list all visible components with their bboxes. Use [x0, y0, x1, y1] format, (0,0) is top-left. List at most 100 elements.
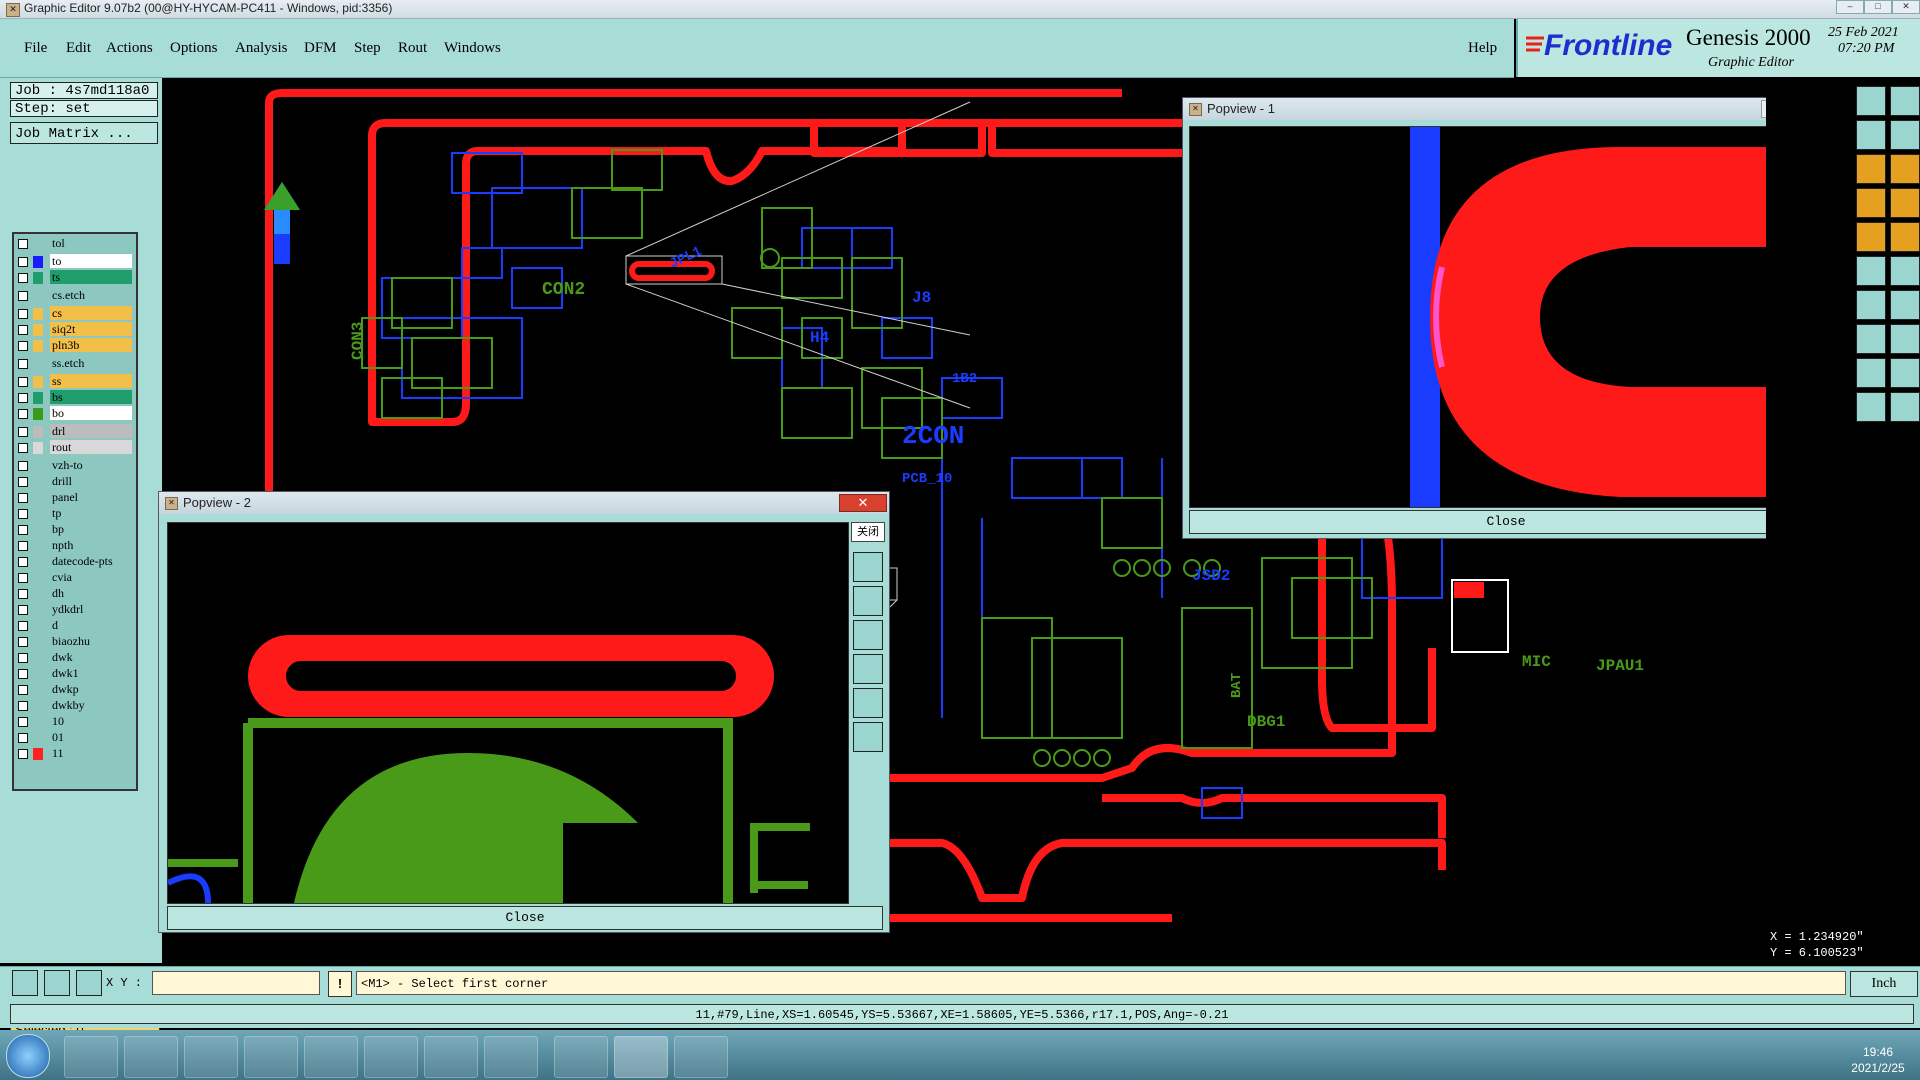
layer-checkbox[interactable]: [18, 701, 28, 711]
layer-row[interactable]: to: [14, 254, 134, 269]
layer-row[interactable]: rout: [14, 440, 134, 455]
layer-row[interactable]: ss.etch: [14, 356, 134, 371]
layer-row[interactable]: 11: [14, 746, 134, 761]
popview-2-close-button[interactable]: Close: [167, 906, 883, 930]
menu-actions[interactable]: Actions: [106, 40, 153, 57]
layer-checkbox[interactable]: [18, 557, 28, 567]
line-icon[interactable]: [1890, 256, 1920, 286]
popview-zoom-out-icon[interactable]: [853, 722, 883, 752]
fit-icon[interactable]: [1856, 154, 1886, 184]
layer-checkbox[interactable]: [18, 653, 28, 663]
job-matrix-button[interactable]: Job Matrix ...: [10, 122, 158, 144]
layer-checkbox[interactable]: [18, 257, 28, 267]
taskbar-app-p-icon[interactable]: [304, 1036, 358, 1078]
layer-row[interactable]: siq2t: [14, 322, 134, 337]
layer-checkbox[interactable]: [18, 589, 28, 599]
layer-checkbox[interactable]: [18, 717, 28, 727]
layer-row[interactable]: drill: [14, 474, 134, 489]
layer-checkbox[interactable]: [18, 325, 28, 335]
layer-checkbox[interactable]: [18, 239, 28, 249]
popview-pan-up-icon[interactable]: [853, 552, 883, 582]
zoom-home-icon[interactable]: [1856, 86, 1886, 116]
cross-icon[interactable]: [1890, 324, 1920, 354]
layer-row[interactable]: ss: [14, 374, 134, 389]
layer-row[interactable]: tol: [14, 236, 134, 251]
panel-icon[interactable]: [1890, 120, 1920, 150]
popview-2-canvas[interactable]: [166, 522, 849, 904]
house-icon[interactable]: [1856, 120, 1886, 150]
exclamation-icon[interactable]: !: [328, 971, 352, 997]
layer-row[interactable]: d: [14, 618, 134, 633]
taskbar-app-excel-icon[interactable]: [484, 1036, 538, 1078]
menu-step[interactable]: Step: [354, 40, 381, 57]
layers-icon[interactable]: [1890, 188, 1920, 218]
layer-checkbox[interactable]: [18, 409, 28, 419]
zoom-1-2-icon[interactable]: [1890, 154, 1920, 184]
popview-pan-down-icon[interactable]: [853, 586, 883, 616]
layer-checkbox[interactable]: [18, 541, 28, 551]
layer-checkbox[interactable]: [18, 749, 28, 759]
layer-checkbox[interactable]: [18, 291, 28, 301]
layer-checkbox[interactable]: [18, 637, 28, 647]
menu-edit[interactable]: Edit: [66, 40, 91, 57]
layer-row[interactable]: drl: [14, 424, 134, 439]
dot-icon[interactable]: [1856, 256, 1886, 286]
layer-checkbox[interactable]: [18, 443, 28, 453]
layer-row[interactable]: dh: [14, 586, 134, 601]
layer-row[interactable]: datecode-pts: [14, 554, 134, 569]
font-icon[interactable]: [1856, 324, 1886, 354]
layer-row[interactable]: biaozhu: [14, 634, 134, 649]
close-window-button[interactable]: ✕: [1892, 0, 1920, 14]
popview-1-canvas[interactable]: [1189, 126, 1787, 508]
triangle-icon[interactable]: [1890, 358, 1920, 388]
layer-row[interactable]: ydkdrl: [14, 602, 134, 617]
taskbar-app-shell-icon[interactable]: [64, 1036, 118, 1078]
layer-row[interactable]: dwk1: [14, 666, 134, 681]
layer-row[interactable]: cvia: [14, 570, 134, 585]
drag-icon[interactable]: [1890, 392, 1920, 422]
taskbar-app-save-icon[interactable]: [244, 1036, 298, 1078]
ruler-icon[interactable]: [1890, 222, 1920, 252]
layer-checkbox[interactable]: [18, 733, 28, 743]
menu-dfm[interactable]: DFM: [304, 40, 337, 57]
taskbar-app-word-icon[interactable]: [424, 1036, 478, 1078]
start-button-icon[interactable]: [6, 1034, 50, 1078]
layers-alt-icon[interactable]: [1856, 222, 1886, 252]
layer-row[interactable]: cs.etch: [14, 288, 134, 303]
layer-row[interactable]: dwk: [14, 650, 134, 665]
layer-row[interactable]: 10: [14, 714, 134, 729]
popview-pan-right-icon[interactable]: [853, 654, 883, 684]
layer-checkbox[interactable]: [18, 377, 28, 387]
popview-fit-icon[interactable]: [853, 688, 883, 718]
taskbar-app-viewer-icon[interactable]: [674, 1036, 728, 1078]
menu-analysis[interactable]: Analysis: [235, 40, 288, 57]
taskbar-app-g-icon[interactable]: [364, 1036, 418, 1078]
layer-row[interactable]: bo: [14, 406, 134, 421]
layer-checkbox[interactable]: [18, 573, 28, 583]
layer-checkbox[interactable]: [18, 493, 28, 503]
layer-checkbox[interactable]: [18, 477, 28, 487]
taskbar-clock[interactable]: 19:46 2021/2/25: [1840, 1044, 1916, 1076]
layer-checkbox[interactable]: [18, 605, 28, 615]
arc-icon[interactable]: [1890, 290, 1920, 320]
layer-row[interactable]: bp: [14, 522, 134, 537]
layer-checkbox[interactable]: [18, 273, 28, 283]
popview-pan-left-icon[interactable]: [853, 620, 883, 650]
layer-checkbox[interactable]: [18, 309, 28, 319]
layer-checkbox[interactable]: [18, 509, 28, 519]
layer-row[interactable]: 01: [14, 730, 134, 745]
window-icon[interactable]: [1890, 86, 1920, 116]
xy-input[interactable]: [152, 971, 320, 995]
menu-rout[interactable]: Rout: [398, 40, 427, 57]
measure-icon[interactable]: [44, 970, 70, 996]
snap-icon[interactable]: [12, 970, 38, 996]
menu-file[interactable]: File: [24, 40, 47, 57]
menu-options[interactable]: Options: [170, 40, 218, 57]
taskbar-app-notepad-icon[interactable]: [124, 1036, 178, 1078]
layer-checkbox[interactable]: [18, 621, 28, 631]
taskbar-app-eye-icon[interactable]: [554, 1036, 608, 1078]
layer-checkbox[interactable]: [18, 341, 28, 351]
layer-checkbox[interactable]: [18, 685, 28, 695]
maximize-button[interactable]: □: [1864, 0, 1892, 14]
units-selector[interactable]: Inch: [1850, 971, 1918, 997]
